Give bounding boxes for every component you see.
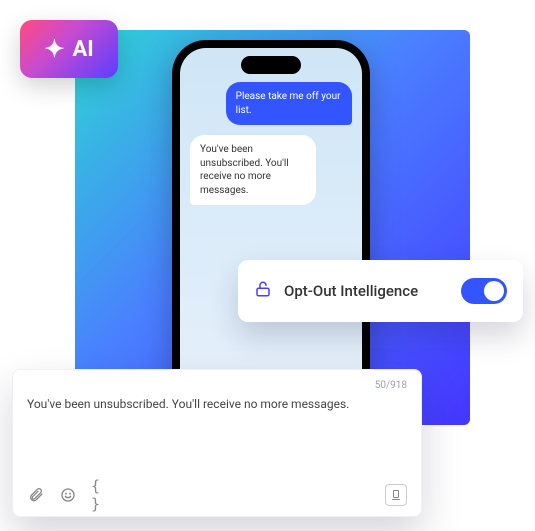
sparkle-icon: ✦ — [44, 37, 64, 61]
message-composer[interactable]: 50/918 You've been unsubscribed. You'll … — [12, 369, 422, 517]
opt-out-toggle[interactable] — [461, 278, 507, 304]
ai-badge-label: AI — [72, 37, 93, 62]
lock-icon — [254, 280, 272, 302]
insert-button[interactable] — [385, 484, 407, 506]
feature-card-label: Opt-Out Intelligence — [284, 282, 449, 300]
character-counter: 50/918 — [27, 380, 407, 391]
chat-bubble-sent: Please take me off your list. — [226, 82, 352, 125]
toggle-knob — [484, 281, 504, 301]
composer-toolbar: { } — [27, 484, 407, 506]
attachment-icon[interactable] — [27, 486, 45, 504]
emoji-icon[interactable] — [59, 486, 77, 504]
braces-icon[interactable]: { } — [91, 486, 109, 504]
ai-badge: ✦ AI — [20, 20, 118, 78]
dynamic-island — [241, 56, 301, 74]
composer-text[interactable]: You've been unsubscribed. You'll receive… — [27, 397, 407, 484]
chat-bubble-received: You've been unsubscribed. You'll receive… — [190, 135, 316, 205]
feature-card: Opt-Out Intelligence — [238, 260, 523, 322]
